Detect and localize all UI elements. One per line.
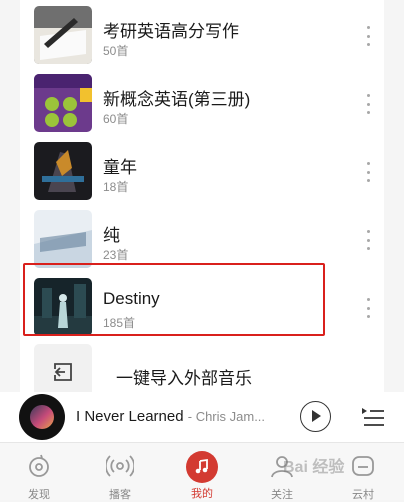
playlist-title: 新概念英语(第三册) (103, 90, 251, 109)
song-artist: - Chris Jam... (187, 409, 266, 424)
playlist-cover (34, 6, 92, 64)
playlist-item[interactable]: 考研英语高分写作 50首 (20, 2, 384, 70)
cloud-village-icon (348, 451, 378, 481)
discover-icon (24, 451, 54, 481)
now-playing[interactable]: I Never Learned - Chris Jam... (76, 408, 265, 425)
playlist-title: 童年 (103, 158, 137, 177)
playlist-cover (34, 210, 92, 268)
selection-highlight (23, 263, 325, 336)
bottom-tab-bar: 发现 播客 我的 关注 云村 Bai 经验 (0, 442, 404, 501)
more-options-icon[interactable] (366, 230, 370, 250)
playlist-cover (34, 142, 92, 200)
playlist-count: 50首 (103, 44, 129, 58)
more-options-icon[interactable] (366, 162, 370, 182)
playlist-count: 18首 (103, 180, 129, 194)
song-title: I Never Learned (76, 408, 184, 425)
import-external-music[interactable]: 一键导入外部音乐 (20, 342, 384, 400)
playlist-queue-icon[interactable] (361, 405, 385, 427)
play-button[interactable] (300, 401, 331, 432)
playlist-title: 考研英语高分写作 (103, 22, 239, 41)
playlist-title: 纯 (103, 226, 120, 245)
import-label: 一键导入外部音乐 (116, 369, 252, 388)
playlist-count: 60首 (103, 112, 129, 126)
tab-label: 我的 (191, 488, 213, 500)
music-note-icon (186, 451, 218, 483)
mini-player[interactable]: I Never Learned - Chris Jam... (0, 392, 404, 442)
playlist-item[interactable]: 新概念英语(第三册) 60首 (20, 70, 384, 138)
album-disc[interactable] (19, 394, 65, 440)
watermark: Bai 经验 (283, 459, 345, 476)
more-options-icon[interactable] (366, 26, 370, 46)
tab-discover[interactable]: 发现 (7, 451, 71, 501)
more-options-icon[interactable] (366, 94, 370, 114)
podcast-icon (105, 451, 135, 481)
tab-podcast[interactable]: 播客 (88, 451, 152, 501)
more-options-icon[interactable] (366, 298, 370, 318)
tab-mine[interactable]: 我的 (170, 451, 234, 500)
playlist-cover (34, 74, 92, 132)
playlist-item[interactable]: 童年 18首 (20, 138, 384, 206)
playlist-count: 23首 (103, 248, 129, 262)
